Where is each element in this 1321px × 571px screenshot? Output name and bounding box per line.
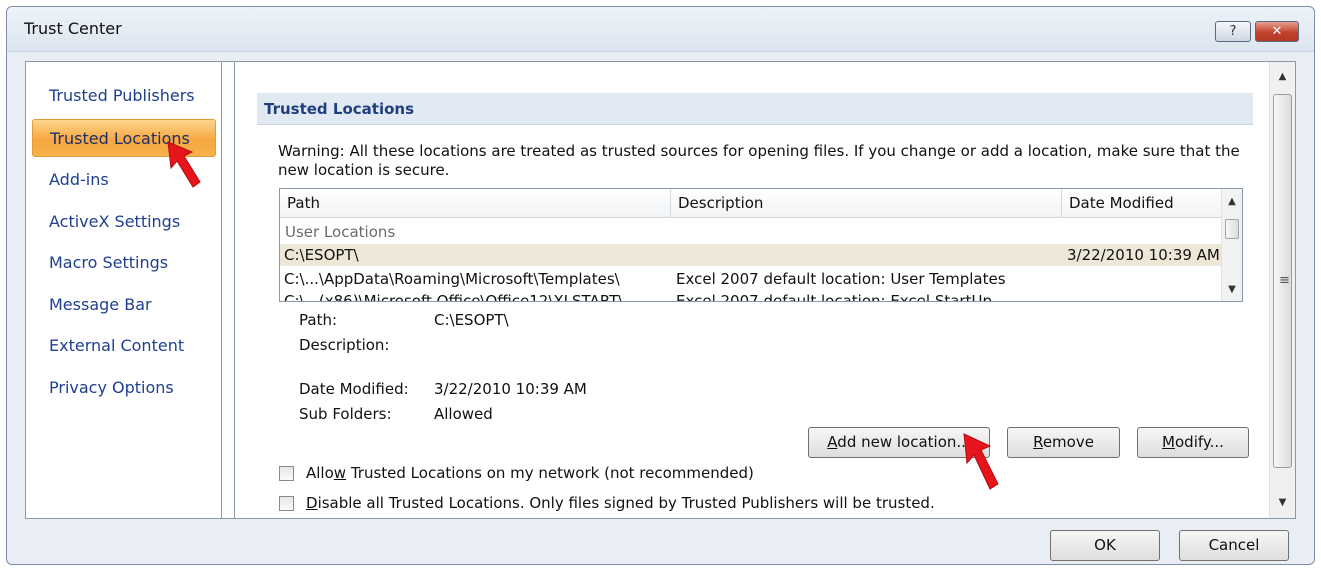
column-header-description[interactable]: Description	[671, 189, 1062, 217]
table-row[interactable]: C:\ESOPT\ 3/22/2010 10:39 AM	[280, 244, 1223, 266]
allow-network-text-pre: Allo	[306, 464, 334, 482]
detail-subfolders-label: Sub Folders:	[299, 405, 392, 423]
remove-button[interactable]: Remove	[1007, 427, 1120, 458]
nav-item-external-content[interactable]: External Content	[32, 327, 216, 365]
close-button[interactable]: ✕	[1255, 21, 1299, 42]
scroll-down-icon[interactable]: ▼	[1222, 281, 1242, 299]
disable-all-label[interactable]: Disable all Trusted Locations. Only file…	[306, 494, 935, 512]
row-path: C:\ESOPT\	[284, 246, 359, 264]
detail-path-value: C:\ESOPT\	[434, 311, 509, 329]
detail-subfolders-value: Allowed	[434, 405, 493, 423]
allow-network-locations-option[interactable]: Allow Trusted Locations on my network (n…	[279, 464, 754, 482]
table-header: Path Description Date Modified	[280, 189, 1223, 218]
warning-text: Warning: All these locations are treated…	[278, 142, 1240, 179]
scroll-up-icon[interactable]: ▲	[1222, 193, 1242, 211]
nav-item-activex-settings[interactable]: ActiveX Settings	[32, 203, 216, 241]
allow-network-text-post: Trusted Locations on my network (not rec…	[346, 464, 754, 482]
nav-item-trusted-publishers[interactable]: Trusted Publishers	[32, 77, 216, 115]
title-bar: Trust Center ? ✕	[7, 7, 1314, 52]
column-header-path[interactable]: Path	[280, 189, 671, 217]
table-scrollbar[interactable]: ▲ ▼	[1221, 189, 1242, 301]
disable-all-text-post: isable all Trusted Locations. Only files…	[317, 494, 935, 512]
section-title: Trusted Locations	[257, 93, 1253, 125]
trust-center-dialog: Trust Center ? ✕ Trusted Publishers Trus…	[6, 6, 1315, 565]
allow-network-access-key: w	[333, 464, 347, 482]
modify-button[interactable]: Modify...	[1137, 427, 1249, 458]
nav-item-privacy-options[interactable]: Privacy Options	[32, 369, 216, 407]
nav-item-message-bar[interactable]: Message Bar	[32, 286, 216, 324]
column-header-date-modified[interactable]: Date Modified	[1062, 189, 1223, 217]
panel-scrollbar[interactable]: ▲ ≡ ▼	[1269, 62, 1295, 518]
annotation-arrow-icon	[167, 141, 201, 188]
add-button-text-post: dd new location...	[837, 433, 971, 451]
ok-button[interactable]: OK	[1050, 530, 1160, 561]
help-button[interactable]: ?	[1215, 21, 1251, 42]
allow-network-label[interactable]: Allow Trusted Locations on my network (n…	[306, 464, 754, 482]
detail-description-label: Description:	[299, 336, 390, 354]
row-description: Excel 2007 default location: User Templa…	[676, 270, 1006, 288]
row-description: Excel 2007 default location: Excel Start…	[676, 292, 992, 302]
scroll-grip-icon: ≡	[1279, 273, 1290, 288]
dialog-title: Trust Center	[24, 19, 122, 38]
annotation-arrow-icon	[963, 433, 999, 490]
category-nav: Trusted Publishers Trusted Locations Add…	[26, 62, 222, 518]
trusted-locations-panel: Trusted Locations Warning: All these loc…	[234, 62, 1295, 518]
nav-item-macro-settings[interactable]: Macro Settings	[32, 244, 216, 282]
table-row[interactable]: C:\...\AppData\Roaming\Microsoft\Templat…	[280, 268, 1223, 290]
detail-date-value: 3/22/2010 10:39 AM	[434, 380, 587, 398]
table-row[interactable]: C:\...(x86)\Microsoft Office\Office12\XL…	[280, 290, 1223, 302]
disable-all-access-key: D	[306, 494, 318, 512]
locations-table: Path Description Date Modified User Loca…	[279, 188, 1243, 302]
modify-button-text-post: odify...	[1175, 433, 1224, 451]
row-date: 3/22/2010 10:39 AM	[1067, 246, 1220, 264]
detail-date-label: Date Modified:	[299, 380, 409, 398]
panel-scroll-thumb[interactable]: ≡	[1273, 94, 1292, 468]
help-icon: ?	[1229, 24, 1237, 39]
row-path: C:\...(x86)\Microsoft Office\Office12\XL…	[284, 292, 624, 302]
dialog-content: Trusted Publishers Trusted Locations Add…	[25, 61, 1296, 519]
remove-button-text-post: emove	[1042, 433, 1094, 451]
cancel-button[interactable]: Cancel	[1179, 530, 1289, 561]
allow-network-checkbox[interactable]	[279, 465, 294, 481]
group-label-user-locations: User Locations	[285, 223, 396, 241]
panel-scroll-down-icon[interactable]: ▼	[1270, 494, 1295, 512]
table-scroll-thumb[interactable]	[1225, 219, 1239, 239]
panel-scroll-up-icon[interactable]: ▲	[1270, 68, 1295, 86]
row-path: C:\...\AppData\Roaming\Microsoft\Templat…	[284, 270, 620, 288]
remove-button-access-key: R	[1033, 433, 1043, 451]
disable-all-locations-option[interactable]: Disable all Trusted Locations. Only file…	[279, 494, 935, 512]
close-icon: ✕	[1271, 24, 1283, 39]
detail-path-label: Path:	[299, 311, 338, 329]
modify-button-access-key: M	[1162, 433, 1175, 451]
add-button-access-key: A	[827, 433, 838, 451]
disable-all-checkbox[interactable]	[279, 495, 294, 511]
